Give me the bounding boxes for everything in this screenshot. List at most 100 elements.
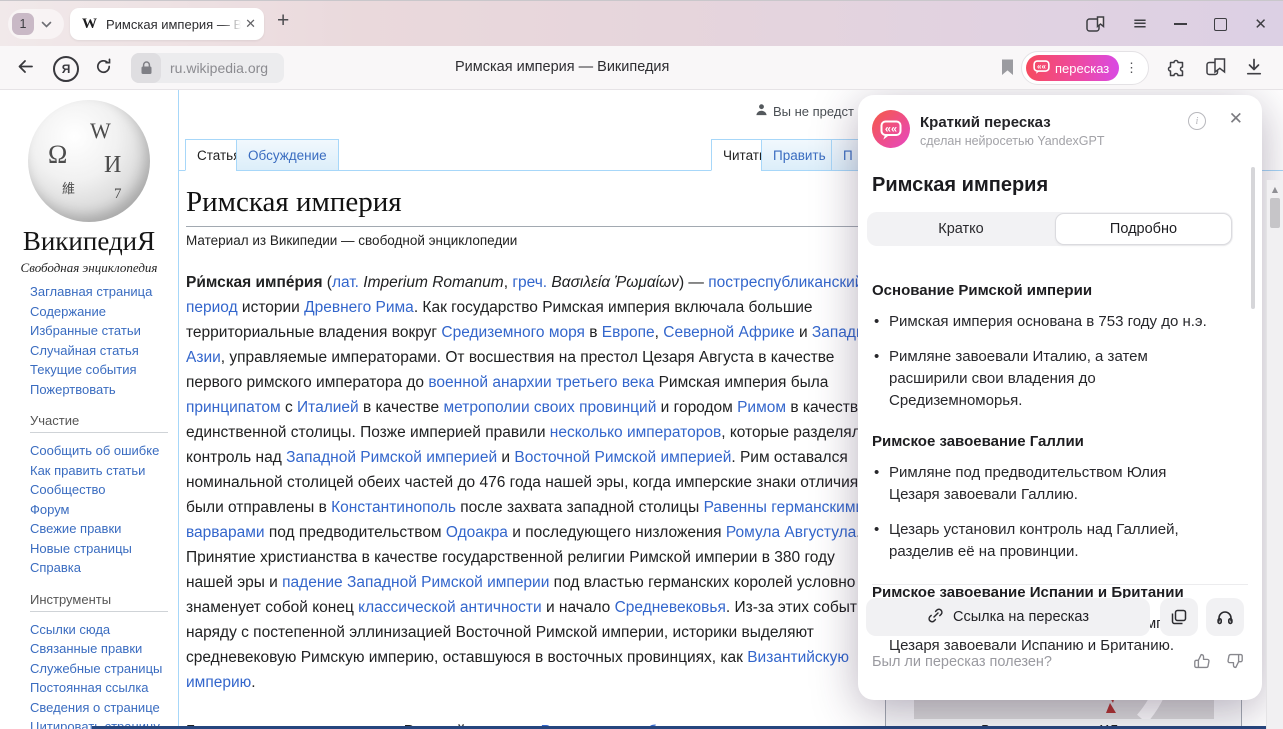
maximize-icon[interactable] <box>1214 18 1227 31</box>
sidebar-link[interactable]: Ссылки сюда <box>30 620 172 640</box>
sidebar-link[interactable]: Связанные правки <box>30 639 172 659</box>
article-link[interactable]: греч. <box>512 274 547 291</box>
text-run: в <box>585 324 602 341</box>
close-window-icon[interactable]: ✕ <box>1254 15 1267 33</box>
article-link[interactable]: Ромула Августула <box>726 524 856 541</box>
feedback-question: Был ли пересказ полезен? <box>872 654 1052 670</box>
article-link[interactable]: Европе <box>602 324 655 341</box>
article-link[interactable]: Древнего Рима <box>304 299 414 316</box>
thumbs-down-icon[interactable] <box>1226 652 1244 674</box>
article-link[interactable]: Средиземного моря <box>441 324 585 341</box>
summary-panel: «« Краткий пересказ сделан нейросетью Ya… <box>858 95 1262 700</box>
download-icon[interactable] <box>1246 58 1262 80</box>
article-link[interactable]: принципатом <box>186 399 281 416</box>
page-scrollbar[interactable]: ▲ ▼ <box>1266 180 1283 729</box>
panel-divider <box>872 584 1248 585</box>
refresh-icon[interactable] <box>95 58 112 80</box>
sidebar-link[interactable]: Новые страницы <box>30 539 172 559</box>
tab-edit[interactable]: Править <box>761 139 838 171</box>
sidebar-link[interactable]: Форум <box>30 500 172 520</box>
sidebar-link[interactable]: Избранные статьи <box>30 321 172 341</box>
kebab-menu-icon[interactable]: ⋮ <box>1125 60 1138 76</box>
summarize-button[interactable]: «« пересказ <box>1026 55 1119 81</box>
user-status[interactable]: Вы не предст <box>755 103 854 119</box>
sidebar-link[interactable]: Содержание <box>30 302 172 322</box>
listen-summary-button[interactable] <box>1206 598 1244 636</box>
tab-talk[interactable]: Обсуждение <box>236 139 339 171</box>
link-icon <box>927 607 944 628</box>
close-panel-icon[interactable]: ✕ <box>1229 109 1243 129</box>
participation-links: Сообщить об ошибкеКак править статьиСооб… <box>30 441 172 578</box>
wikipedia-tagline: Свободная энциклопедия <box>0 260 178 276</box>
sidebar-link[interactable]: Пожертвовать <box>30 380 172 400</box>
scrollbar-thumb[interactable] <box>1270 198 1280 228</box>
article-link[interactable]: военной анархии третьего века <box>428 374 654 391</box>
back-icon[interactable] <box>17 59 34 79</box>
sidebar-link[interactable]: Справка <box>30 558 172 578</box>
article-link[interactable]: Восточной Римской империей <box>514 449 731 466</box>
scroll-up-icon[interactable]: ▲ <box>1267 185 1283 194</box>
minimize-icon[interactable] <box>1174 23 1187 25</box>
copy-summary-button[interactable] <box>1160 598 1198 636</box>
text-run: ( <box>323 274 332 291</box>
article-link[interactable]: Западной Римской империей <box>286 449 497 466</box>
panel-scrollbar-thumb[interactable] <box>1251 167 1255 309</box>
sidebar-link[interactable]: Как править статьи <box>30 461 172 481</box>
wikipedia-wordmark[interactable]: ВикипедиЯ <box>0 226 178 257</box>
mode-detailed-tab[interactable]: Подробно <box>1055 213 1232 245</box>
text-run: и <box>795 324 812 341</box>
summarize-control: «« пересказ ⋮ <box>1021 51 1149 85</box>
sidebar-link[interactable]: Сведения о странице <box>30 698 172 718</box>
wikipedia-logo[interactable]: Ω W И 維 7 <box>28 100 150 222</box>
summary-bullet: Римляне завоевали Италию, а затем расшир… <box>872 346 1218 412</box>
article-link[interactable]: несколько императоров <box>550 424 721 441</box>
article-link[interactable]: лат. <box>332 274 359 291</box>
article-link[interactable]: Римом <box>737 399 786 416</box>
sidebar-link[interactable]: Постоянная ссылка <box>30 678 172 698</box>
sidebar-link[interactable]: Свежие правки <box>30 519 172 539</box>
mode-switch: Кратко Подробно <box>867 212 1233 246</box>
sidebar-link[interactable]: Случайная статья <box>30 341 172 361</box>
tab-count-badge: 1 <box>12 13 34 35</box>
article-link[interactable]: Средневековья <box>615 599 726 616</box>
extensions-icon[interactable] <box>1167 58 1187 83</box>
tab-close-icon[interactable]: ✕ <box>245 16 256 32</box>
article-link[interactable]: метрополии своих провинций <box>443 399 656 416</box>
sidebar-link[interactable]: Текущие события <box>30 360 172 380</box>
summary-bullet: Римская империя основана в 753 году до н… <box>872 311 1218 333</box>
side-panel-icon[interactable] <box>1086 16 1105 33</box>
mode-brief-tab[interactable]: Кратко <box>867 212 1055 246</box>
sidebar-link[interactable]: Сообщество <box>30 480 172 500</box>
sidebar-link[interactable]: Служебные страницы <box>30 659 172 679</box>
summary-bullet: Римляне под предводительством Юлия Цезар… <box>872 462 1218 506</box>
bookmark-icon[interactable] <box>1001 59 1014 81</box>
tab-title: Римская империя — В <box>106 17 241 32</box>
panel-title: Краткий пересказ <box>920 114 1051 131</box>
svg-text:««: «« <box>1037 62 1046 71</box>
svg-text:««: «« <box>885 123 897 135</box>
article: Римская империя Материал из Википедии — … <box>186 186 882 729</box>
article-link[interactable]: Северной Африке <box>663 324 794 341</box>
tab-counter[interactable]: 1 <box>8 9 64 39</box>
article-link[interactable]: падение Западной Римской империи <box>282 574 549 591</box>
text-run: ) — <box>679 274 708 291</box>
menu-icon[interactable]: ≡ <box>1132 15 1147 33</box>
info-icon[interactable]: i <box>1188 112 1206 130</box>
lock-icon[interactable] <box>131 53 161 83</box>
sidebar-link[interactable]: Сообщить об ошибке <box>30 441 172 461</box>
new-tab-button[interactable]: + <box>277 9 289 33</box>
yandex-home-button[interactable]: Я <box>53 56 79 82</box>
article-link[interactable]: Равенны <box>704 499 767 516</box>
article-link[interactable]: классической античности <box>358 599 541 616</box>
sidebar-link[interactable]: Заглавная страница <box>30 282 172 302</box>
summary-link-button[interactable]: Ссылка на пересказ <box>866 598 1150 636</box>
article-link[interactable]: Одоакра <box>446 524 508 541</box>
collections-icon[interactable] <box>1206 58 1226 81</box>
article-link[interactable]: Италией <box>297 399 359 416</box>
summary-link-label: Ссылка на пересказ <box>953 609 1089 625</box>
browser-tab[interactable]: W Римская империя — В ✕ <box>70 8 264 40</box>
address-bar[interactable]: ru.wikipedia.org <box>131 53 284 83</box>
thumbs-up-icon[interactable] <box>1193 652 1211 674</box>
article-link[interactable]: Константинополь <box>331 499 456 516</box>
text-run: после захвата западной столицы <box>456 499 704 516</box>
